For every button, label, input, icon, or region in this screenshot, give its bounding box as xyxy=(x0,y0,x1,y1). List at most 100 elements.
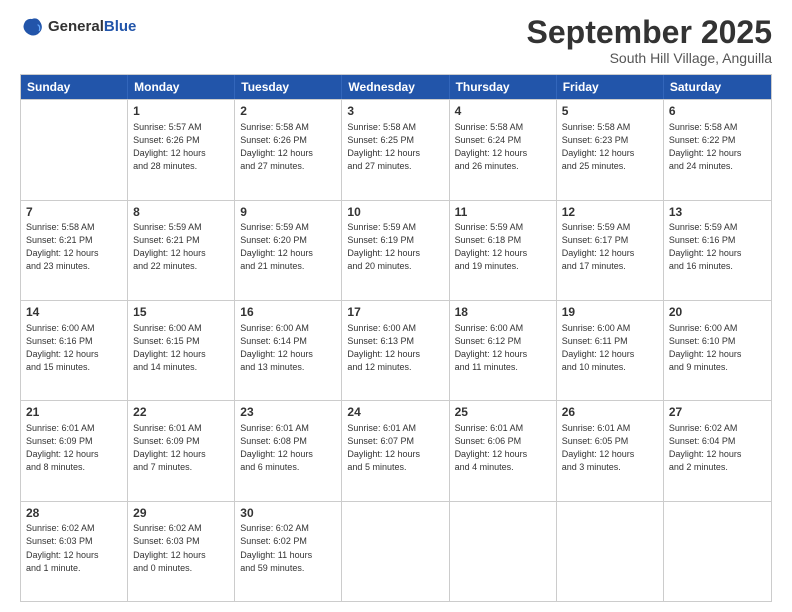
day-info: Sunrise: 5:59 AM Sunset: 6:17 PM Dayligh… xyxy=(562,221,658,273)
calendar-day-cell: 5Sunrise: 5:58 AM Sunset: 6:23 PM Daylig… xyxy=(557,100,664,199)
day-info: Sunrise: 6:00 AM Sunset: 6:11 PM Dayligh… xyxy=(562,322,658,374)
calendar-header-row: SundayMondayTuesdayWednesdayThursdayFrid… xyxy=(21,75,771,99)
day-of-week-header: Saturday xyxy=(664,75,771,99)
calendar-day-cell: 27Sunrise: 6:02 AM Sunset: 6:04 PM Dayli… xyxy=(664,401,771,500)
calendar-empty-cell xyxy=(21,100,128,199)
calendar-week-row: 7Sunrise: 5:58 AM Sunset: 6:21 PM Daylig… xyxy=(21,200,771,300)
day-info: Sunrise: 5:58 AM Sunset: 6:23 PM Dayligh… xyxy=(562,121,658,173)
day-info: Sunrise: 5:59 AM Sunset: 6:21 PM Dayligh… xyxy=(133,221,229,273)
calendar-week-row: 1Sunrise: 5:57 AM Sunset: 6:26 PM Daylig… xyxy=(21,99,771,199)
calendar-day-cell: 25Sunrise: 6:01 AM Sunset: 6:06 PM Dayli… xyxy=(450,401,557,500)
day-info: Sunrise: 6:02 AM Sunset: 6:03 PM Dayligh… xyxy=(26,522,122,574)
calendar-week-row: 21Sunrise: 6:01 AM Sunset: 6:09 PM Dayli… xyxy=(21,400,771,500)
day-info: Sunrise: 6:00 AM Sunset: 6:10 PM Dayligh… xyxy=(669,322,766,374)
day-info: Sunrise: 6:00 AM Sunset: 6:16 PM Dayligh… xyxy=(26,322,122,374)
day-info: Sunrise: 6:02 AM Sunset: 6:03 PM Dayligh… xyxy=(133,522,229,574)
day-number: 3 xyxy=(347,103,443,120)
calendar-day-cell: 17Sunrise: 6:00 AM Sunset: 6:13 PM Dayli… xyxy=(342,301,449,400)
day-number: 10 xyxy=(347,204,443,221)
day-number: 22 xyxy=(133,404,229,421)
calendar-day-cell: 29Sunrise: 6:02 AM Sunset: 6:03 PM Dayli… xyxy=(128,502,235,601)
day-info: Sunrise: 5:59 AM Sunset: 6:19 PM Dayligh… xyxy=(347,221,443,273)
calendar: SundayMondayTuesdayWednesdayThursdayFrid… xyxy=(20,74,772,602)
calendar-day-cell: 30Sunrise: 6:02 AM Sunset: 6:02 PM Dayli… xyxy=(235,502,342,601)
calendar-empty-cell xyxy=(557,502,664,601)
calendar-day-cell: 15Sunrise: 6:00 AM Sunset: 6:15 PM Dayli… xyxy=(128,301,235,400)
day-of-week-header: Monday xyxy=(128,75,235,99)
day-number: 25 xyxy=(455,404,551,421)
logo-blue: Blue xyxy=(104,18,137,35)
day-info: Sunrise: 6:00 AM Sunset: 6:14 PM Dayligh… xyxy=(240,322,336,374)
day-info: Sunrise: 6:01 AM Sunset: 6:09 PM Dayligh… xyxy=(133,422,229,474)
calendar-day-cell: 7Sunrise: 5:58 AM Sunset: 6:21 PM Daylig… xyxy=(21,201,128,300)
calendar-day-cell: 8Sunrise: 5:59 AM Sunset: 6:21 PM Daylig… xyxy=(128,201,235,300)
calendar-day-cell: 4Sunrise: 5:58 AM Sunset: 6:24 PM Daylig… xyxy=(450,100,557,199)
day-number: 7 xyxy=(26,204,122,221)
calendar-day-cell: 9Sunrise: 5:59 AM Sunset: 6:20 PM Daylig… xyxy=(235,201,342,300)
day-number: 5 xyxy=(562,103,658,120)
calendar-day-cell: 1Sunrise: 5:57 AM Sunset: 6:26 PM Daylig… xyxy=(128,100,235,199)
day-of-week-header: Sunday xyxy=(21,75,128,99)
day-info: Sunrise: 6:01 AM Sunset: 6:07 PM Dayligh… xyxy=(347,422,443,474)
calendar-day-cell: 21Sunrise: 6:01 AM Sunset: 6:09 PM Dayli… xyxy=(21,401,128,500)
day-info: Sunrise: 5:57 AM Sunset: 6:26 PM Dayligh… xyxy=(133,121,229,173)
calendar-day-cell: 28Sunrise: 6:02 AM Sunset: 6:03 PM Dayli… xyxy=(21,502,128,601)
calendar-day-cell: 18Sunrise: 6:00 AM Sunset: 6:12 PM Dayli… xyxy=(450,301,557,400)
day-number: 2 xyxy=(240,103,336,120)
day-number: 20 xyxy=(669,304,766,321)
calendar-page: GeneralBlue September 2025 South Hill Vi… xyxy=(0,0,792,612)
day-number: 24 xyxy=(347,404,443,421)
calendar-day-cell: 24Sunrise: 6:01 AM Sunset: 6:07 PM Dayli… xyxy=(342,401,449,500)
day-number: 27 xyxy=(669,404,766,421)
day-info: Sunrise: 6:01 AM Sunset: 6:06 PM Dayligh… xyxy=(455,422,551,474)
day-number: 21 xyxy=(26,404,122,421)
day-info: Sunrise: 5:58 AM Sunset: 6:25 PM Dayligh… xyxy=(347,121,443,173)
day-number: 1 xyxy=(133,103,229,120)
day-number: 14 xyxy=(26,304,122,321)
calendar-day-cell: 2Sunrise: 5:58 AM Sunset: 6:26 PM Daylig… xyxy=(235,100,342,199)
day-info: Sunrise: 5:59 AM Sunset: 6:16 PM Dayligh… xyxy=(669,221,766,273)
day-info: Sunrise: 6:01 AM Sunset: 6:09 PM Dayligh… xyxy=(26,422,122,474)
calendar-body: 1Sunrise: 5:57 AM Sunset: 6:26 PM Daylig… xyxy=(21,99,771,601)
calendar-day-cell: 26Sunrise: 6:01 AM Sunset: 6:05 PM Dayli… xyxy=(557,401,664,500)
day-number: 16 xyxy=(240,304,336,321)
day-info: Sunrise: 5:58 AM Sunset: 6:26 PM Dayligh… xyxy=(240,121,336,173)
calendar-day-cell: 16Sunrise: 6:00 AM Sunset: 6:14 PM Dayli… xyxy=(235,301,342,400)
day-of-week-header: Tuesday xyxy=(235,75,342,99)
day-number: 28 xyxy=(26,505,122,522)
day-info: Sunrise: 6:00 AM Sunset: 6:15 PM Dayligh… xyxy=(133,322,229,374)
calendar-day-cell: 6Sunrise: 5:58 AM Sunset: 6:22 PM Daylig… xyxy=(664,100,771,199)
day-info: Sunrise: 6:00 AM Sunset: 6:12 PM Dayligh… xyxy=(455,322,551,374)
calendar-day-cell: 14Sunrise: 6:00 AM Sunset: 6:16 PM Dayli… xyxy=(21,301,128,400)
day-info: Sunrise: 5:58 AM Sunset: 6:22 PM Dayligh… xyxy=(669,121,766,173)
day-number: 29 xyxy=(133,505,229,522)
day-number: 18 xyxy=(455,304,551,321)
calendar-day-cell: 13Sunrise: 5:59 AM Sunset: 6:16 PM Dayli… xyxy=(664,201,771,300)
logo: GeneralBlue xyxy=(20,15,136,39)
calendar-week-row: 28Sunrise: 6:02 AM Sunset: 6:03 PM Dayli… xyxy=(21,501,771,601)
day-number: 4 xyxy=(455,103,551,120)
day-info: Sunrise: 6:00 AM Sunset: 6:13 PM Dayligh… xyxy=(347,322,443,374)
day-number: 13 xyxy=(669,204,766,221)
day-info: Sunrise: 6:02 AM Sunset: 6:04 PM Dayligh… xyxy=(669,422,766,474)
day-info: Sunrise: 5:59 AM Sunset: 6:18 PM Dayligh… xyxy=(455,221,551,273)
header: GeneralBlue September 2025 South Hill Vi… xyxy=(20,15,772,66)
day-of-week-header: Wednesday xyxy=(342,75,449,99)
day-number: 9 xyxy=(240,204,336,221)
calendar-day-cell: 3Sunrise: 5:58 AM Sunset: 6:25 PM Daylig… xyxy=(342,100,449,199)
calendar-empty-cell xyxy=(664,502,771,601)
day-number: 19 xyxy=(562,304,658,321)
day-number: 11 xyxy=(455,204,551,221)
calendar-empty-cell xyxy=(342,502,449,601)
day-number: 6 xyxy=(669,103,766,120)
title-block: September 2025 South Hill Village, Angui… xyxy=(527,15,772,66)
calendar-day-cell: 19Sunrise: 6:00 AM Sunset: 6:11 PM Dayli… xyxy=(557,301,664,400)
calendar-day-cell: 22Sunrise: 6:01 AM Sunset: 6:09 PM Dayli… xyxy=(128,401,235,500)
day-info: Sunrise: 5:59 AM Sunset: 6:20 PM Dayligh… xyxy=(240,221,336,273)
day-number: 17 xyxy=(347,304,443,321)
day-info: Sunrise: 5:58 AM Sunset: 6:24 PM Dayligh… xyxy=(455,121,551,173)
day-number: 15 xyxy=(133,304,229,321)
calendar-day-cell: 11Sunrise: 5:59 AM Sunset: 6:18 PM Dayli… xyxy=(450,201,557,300)
calendar-week-row: 14Sunrise: 6:00 AM Sunset: 6:16 PM Dayli… xyxy=(21,300,771,400)
day-number: 26 xyxy=(562,404,658,421)
